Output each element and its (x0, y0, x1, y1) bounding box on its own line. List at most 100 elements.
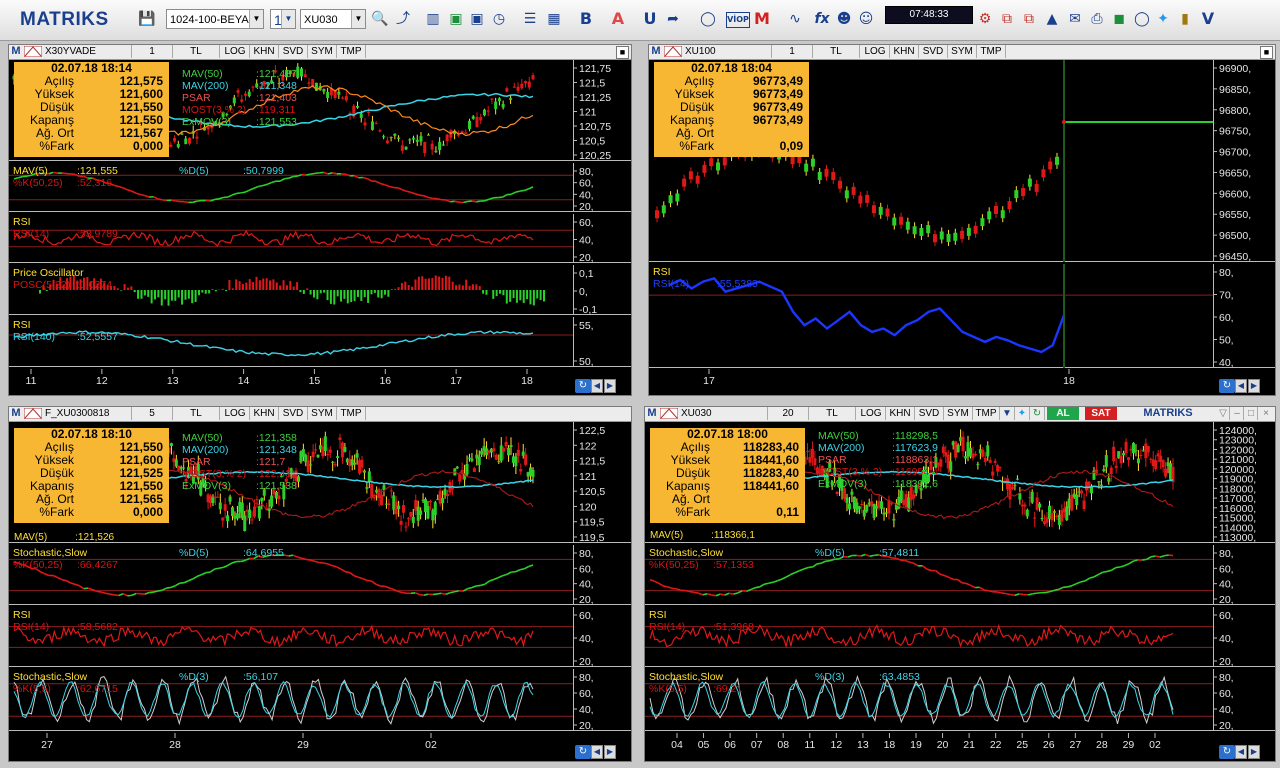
v-icon[interactable]: V (1199, 9, 1217, 29)
svd-button[interactable]: SVD (915, 407, 944, 420)
log-button[interactable]: LOG (221, 45, 250, 58)
sym-button[interactable]: SYM (944, 407, 973, 420)
refresh-icon[interactable]: ↻ (1030, 407, 1045, 420)
log-button[interactable]: LOG (221, 407, 250, 420)
panel-period[interactable]: 20 (768, 407, 809, 420)
price-chart[interactable]: 96900, 96850, 96800, 96750, 96700, 96650, 9660… (649, 60, 1275, 262)
price-chart[interactable]: 124000, 123000, 122000, 121000, 120000, 11900… (645, 422, 1275, 543)
list-icon[interactable]: ☰ (521, 9, 539, 29)
window-plus-icon[interactable]: ⧉ (998, 9, 1016, 29)
svd-button[interactable]: SVD (919, 45, 948, 58)
panel-symbol[interactable]: XU100 (685, 45, 772, 58)
stochastic-chart[interactable]: 80, 60, 40, 20, Stochastic,Slow %K(50,25):57,… (645, 545, 1275, 605)
chart-type-icon[interactable] (24, 46, 42, 57)
khn-button[interactable]: KHN (886, 407, 915, 420)
close-icon[interactable]: × (1259, 407, 1273, 420)
sell-button[interactable]: SAT (1085, 407, 1117, 420)
scroll-left-button[interactable]: ◀ (591, 379, 603, 393)
chevron-down-icon[interactable]: ▼ (351, 10, 365, 28)
window-move-icon[interactable]: ⧉ (1020, 9, 1038, 29)
panel-symbol[interactable]: X30YVADE (45, 45, 132, 58)
panel-currency[interactable]: TL (813, 45, 860, 58)
book-icon[interactable]: ▮ (1176, 9, 1194, 29)
users-icon[interactable]: ☺ (857, 9, 875, 29)
twitter-icon[interactable]: ✦ (1154, 9, 1172, 29)
scroll-left-button[interactable]: ◀ (1235, 379, 1247, 393)
mail-icon[interactable]: ✉ (1066, 9, 1084, 29)
font-a-icon[interactable]: A (609, 9, 627, 29)
twitter-icon[interactable]: ✦ (1015, 407, 1030, 420)
close-icon[interactable]: ■ (1260, 46, 1273, 59)
panel-period[interactable]: 1 (772, 45, 813, 58)
settings-window-icon[interactable]: ⚙ (976, 9, 994, 29)
minimize-icon[interactable]: – (1231, 407, 1244, 420)
scroll-left-button[interactable]: ◀ (591, 745, 603, 759)
tmp-button[interactable]: TMP (977, 45, 1006, 58)
filter-icon[interactable]: ▼ (1000, 407, 1015, 420)
sym-button[interactable]: SYM (948, 45, 977, 58)
panel-symbol[interactable]: XU030 (681, 407, 768, 420)
globe-icon[interactable]: ◯ (1133, 9, 1151, 29)
sync-icon[interactable]: ↻ (575, 745, 591, 759)
svd-button[interactable]: SVD (279, 45, 308, 58)
scroll-left-button[interactable]: ◀ (1235, 745, 1247, 759)
monitor-icon[interactable]: ▣ (468, 9, 486, 29)
sync-icon[interactable]: ↻ (1219, 745, 1235, 759)
rsi-long-chart[interactable]: 55, 50, RSI RSI(140):52,5557 (9, 317, 631, 367)
fx-icon[interactable]: fx (813, 9, 831, 29)
period-combo[interactable]: 1 ▼ (270, 9, 296, 29)
chart-type-icon[interactable] (24, 408, 42, 419)
panel-period[interactable]: 1 (132, 45, 173, 58)
khn-button[interactable]: KHN (250, 407, 279, 420)
stochastic-fast-chart[interactable]: 80, 60, 40, 20, Stochastic,Slow %K(5,5):69,21… (645, 669, 1275, 731)
layout-combo[interactable]: 1024-100-BEYAZ ▼ (166, 9, 264, 29)
symbol-combo[interactable]: XU030 ▼ (300, 9, 366, 29)
rsi-chart[interactable]: 60, 40, 20, RSI RSI(14):53,9789 (9, 214, 631, 263)
khn-button[interactable]: KHN (250, 45, 279, 58)
line-chart-icon[interactable]: ∿ (786, 9, 804, 29)
price-chart[interactable]: 122,5 122 121,5 121 120,5 120 119,5 119,5 02.07… (9, 422, 631, 543)
chat-icon[interactable]: ◼ (1110, 9, 1128, 29)
stochastic-fast-chart[interactable]: 80, 60, 40, 20, Stochastic,Slow %K(5,5):62,67… (9, 669, 631, 731)
close-icon[interactable]: ■ (616, 46, 629, 59)
bold-b-icon[interactable]: B (577, 9, 595, 29)
sym-button[interactable]: SYM (308, 407, 337, 420)
scroll-right-button[interactable]: ▶ (1248, 379, 1260, 393)
stochastic-chart[interactable]: 80, 60, 40, 20, MAV(5):121,555 %K(50,25):52,3… (9, 163, 631, 212)
panel-period[interactable]: 5 (132, 407, 173, 420)
m-logo-icon[interactable]: M (753, 9, 771, 29)
u-icon[interactable]: U (641, 9, 659, 29)
rsi-chart[interactable]: 80, 70, 60, 50, 40, RSI RSI(14):55,5383 (649, 264, 1275, 368)
sync-icon[interactable]: ↻ (575, 379, 591, 393)
viop-icon[interactable]: VİOP (726, 12, 750, 28)
stochastic-chart[interactable]: 80, 60, 40, 20, Stochastic,Slow %K(50,25):66,… (9, 545, 631, 605)
maximize-icon[interactable]: □ (1245, 407, 1258, 420)
chevron-down-icon[interactable]: ▼ (249, 10, 263, 28)
table-icon[interactable]: ▦ (545, 9, 563, 29)
log-button[interactable]: LOG (857, 407, 886, 420)
panel-currency[interactable]: TL (173, 407, 220, 420)
tmp-button[interactable]: TMP (973, 407, 1000, 420)
sym-button[interactable]: SYM (308, 45, 337, 58)
chevron-down-icon[interactable]: ▼ (281, 10, 295, 28)
arrow-circle-icon[interactable]: ➦ (664, 9, 682, 29)
scroll-right-button[interactable]: ▶ (604, 745, 616, 759)
khn-button[interactable]: KHN (890, 45, 919, 58)
svd-button[interactable]: SVD (279, 407, 308, 420)
print-icon[interactable]: ⎙ (1088, 9, 1106, 29)
tmp-button[interactable]: TMP (337, 407, 366, 420)
cube-icon[interactable]: ▣ (447, 9, 465, 29)
panel-currency[interactable]: TL (173, 45, 220, 58)
panel-symbol[interactable]: F_XU0300818 (45, 407, 132, 420)
price-oscillator-chart[interactable]: 0,1 0, -0,1 Price Oscillator POSC(5,22):0,02… (9, 265, 631, 315)
bar-chart-icon[interactable]: ▥ (424, 9, 442, 29)
globe-icon[interactable]: ◯ (699, 9, 717, 29)
search-icon[interactable]: 🔍 (371, 9, 389, 29)
scroll-right-button[interactable]: ▶ (604, 379, 616, 393)
bell-icon[interactable]: ▲ (1043, 9, 1061, 29)
chevron-down-icon[interactable]: ▽ (1217, 407, 1230, 420)
panel-currency[interactable]: TL (809, 407, 856, 420)
chart-type-icon[interactable] (664, 46, 682, 57)
rsi-chart[interactable]: 60, 40, 20, RSI RSI(14):58,5682 (9, 607, 631, 667)
chart-type-icon[interactable] (660, 408, 678, 419)
